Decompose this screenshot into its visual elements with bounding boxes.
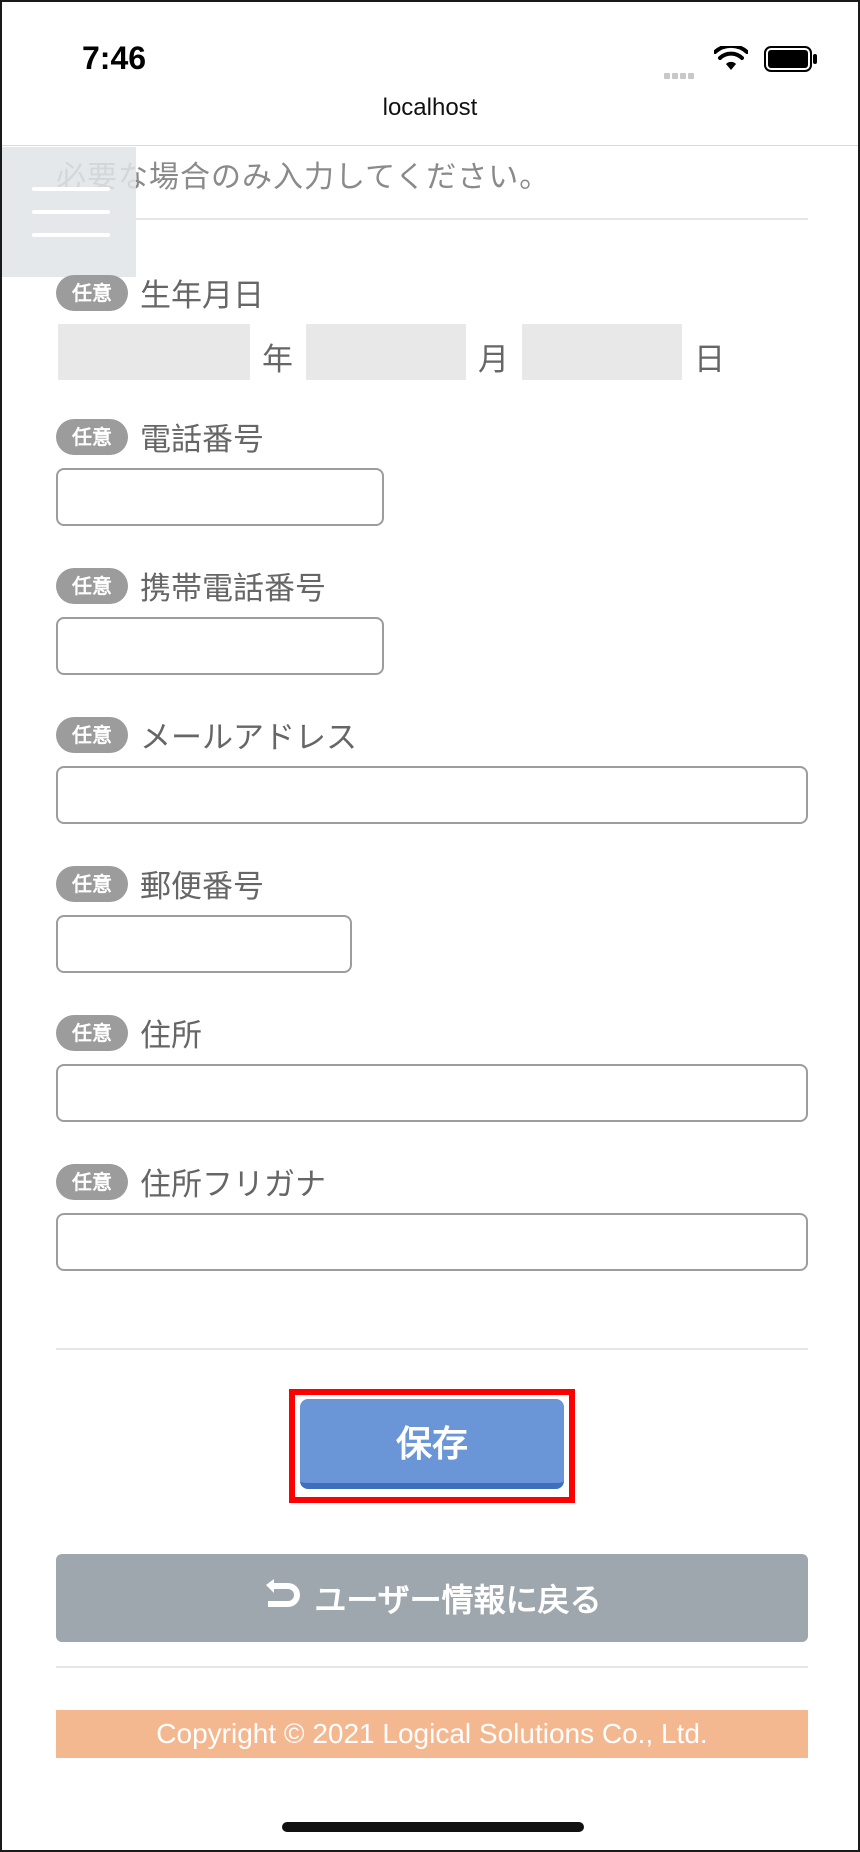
birth-month-input[interactable] — [306, 324, 466, 380]
address-input[interactable] — [56, 1064, 808, 1122]
status-time: 7:46 — [82, 40, 147, 76]
optional-badge: 任意 — [56, 567, 128, 604]
mobile-label: 任意 携帯電話番号 — [56, 563, 326, 608]
postal-label: 任意 郵便番号 — [56, 861, 264, 906]
optional-badge: 任意 — [56, 865, 128, 902]
browser-url[interactable]: localhost — [2, 94, 858, 122]
copyright-footer: Copyright © 2021 Logical Solutions Co., … — [56, 1710, 808, 1758]
day-unit-label: 日 — [694, 342, 725, 378]
birthdate-label-text: 生年月日 — [140, 278, 264, 314]
phone-input[interactable] — [56, 468, 384, 526]
address-kana-input[interactable] — [56, 1213, 808, 1271]
birthdate-label: 任意 生年月日 — [56, 270, 264, 315]
postal-code-input[interactable] — [56, 915, 352, 973]
address-kana-label: 任意 住所フリガナ — [56, 1159, 326, 1204]
hamburger-menu-button[interactable] — [2, 147, 136, 277]
email-input[interactable] — [56, 766, 808, 824]
section-divider — [56, 218, 808, 220]
wifi-icon — [713, 43, 749, 76]
optional-badge: 任意 — [56, 274, 128, 311]
back-button-label: ユーザー情報に戻る — [314, 1581, 602, 1619]
url-divider — [2, 145, 858, 146]
postal-label-text: 郵便番号 — [140, 869, 264, 905]
save-button[interactable]: 保存 — [300, 1399, 564, 1489]
optional-badge: 任意 — [56, 418, 128, 455]
email-label: 任意 メールアドレス — [56, 712, 357, 757]
home-indicator[interactable] — [282, 1822, 584, 1832]
mobile-label-text: 携帯電話番号 — [140, 571, 326, 607]
optional-badge: 任意 — [56, 716, 128, 753]
month-unit-label: 月 — [478, 342, 509, 378]
footer-divider — [56, 1666, 808, 1668]
phone-screen: 7:46 localhost 必要な場合のみ入力してください。 任意 生年月日 … — [0, 0, 860, 1852]
optional-badge: 任意 — [56, 1014, 128, 1051]
address-label-text: 住所 — [140, 1018, 202, 1054]
battery-icon — [764, 46, 818, 76]
menu-line-icon — [32, 233, 110, 237]
email-label-text: メールアドレス — [140, 720, 357, 756]
phone-label-text: 電話番号 — [140, 422, 264, 458]
menu-line-icon — [32, 187, 110, 191]
birth-day-input[interactable] — [522, 324, 682, 380]
mobile-input[interactable] — [56, 617, 384, 675]
form-divider — [56, 1348, 808, 1350]
address-kana-label-text: 住所フリガナ — [140, 1167, 326, 1203]
year-unit-label: 年 — [262, 342, 293, 378]
phone-label: 任意 電話番号 — [56, 414, 264, 459]
back-to-user-info-button[interactable]: ユーザー情報に戻る — [56, 1554, 808, 1642]
menu-line-icon — [32, 210, 110, 214]
cellular-signal-icon — [664, 64, 696, 83]
birth-year-input[interactable] — [58, 324, 250, 380]
optional-badge: 任意 — [56, 1163, 128, 1200]
address-label: 任意 住所 — [56, 1010, 202, 1055]
return-arrow-icon — [262, 1577, 302, 1619]
